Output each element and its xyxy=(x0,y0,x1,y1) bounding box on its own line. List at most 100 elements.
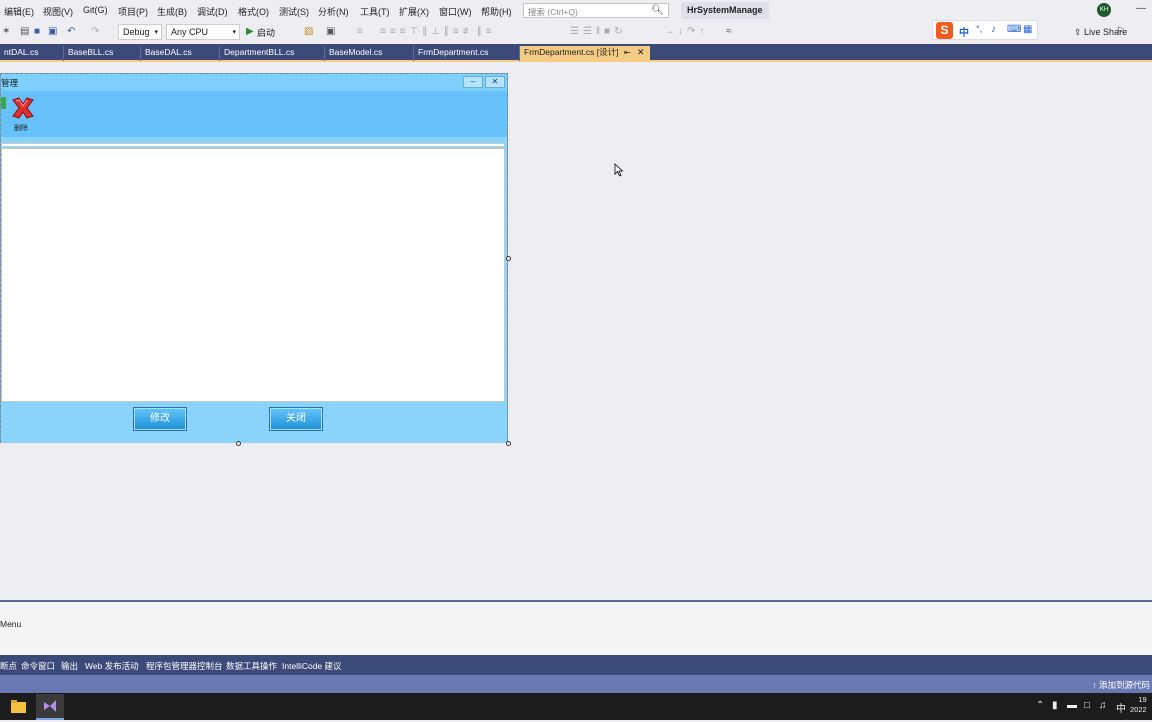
tab-command-window[interactable]: 命令窗口 xyxy=(21,660,55,672)
file-explorer-icon[interactable] xyxy=(4,694,32,720)
menu-help[interactable]: 帮助(H) xyxy=(481,5,512,18)
ime-toolbar: S 中 °, ♪ ⌨ ▦ xyxy=(932,20,1038,40)
close-icon[interactable]: ✕ xyxy=(637,46,645,59)
start-label[interactable]: 启动 xyxy=(257,26,275,39)
output-text: Menu xyxy=(0,619,22,629)
menu-edit[interactable]: 编辑(E) xyxy=(4,5,34,18)
microphone-icon[interactable]: ♪ xyxy=(991,24,996,35)
tab-frmdepartment-code[interactable]: FrmDepartment.cs xyxy=(414,46,520,61)
keyboard-icon[interactable]: ⌨ xyxy=(1007,24,1021,35)
add-icon[interactable] xyxy=(1,97,6,109)
volume-icon[interactable]: ♫ xyxy=(1099,700,1107,711)
layout-icons[interactable]: ≡≡≡⊤∥⊥∥≡≢∥≡ xyxy=(380,26,496,37)
tab-label: BaseBLL.cs xyxy=(68,47,114,57)
microphone-icon[interactable]: ▮ xyxy=(1052,700,1058,711)
tab-basemodel[interactable]: BaseModel.cs xyxy=(325,46,414,61)
tab-ntdal[interactable]: ntDAL.cs xyxy=(0,46,64,61)
battery-icon[interactable]: ▬ xyxy=(1067,700,1077,711)
pin-icon[interactable]: ⇤ xyxy=(624,46,631,59)
tab-label: BaseDAL.cs xyxy=(145,47,192,57)
comment-icon[interactable]: ≈ xyxy=(726,26,732,37)
resize-handle-bottom[interactable] xyxy=(236,441,241,446)
punctuation-icon[interactable]: °, xyxy=(976,24,982,34)
menu-window[interactable]: 窗口(W) xyxy=(439,5,472,18)
step-icons[interactable]: →↓↷↑ xyxy=(664,26,708,37)
sogou-icon[interactable]: S xyxy=(936,22,953,39)
live-share-label: Live Share xyxy=(1084,27,1128,37)
form-designer[interactable]: 管理 – ✕ 删除 修改 关闭 xyxy=(0,73,508,443)
clock-time: 19 xyxy=(1138,695,1147,704)
menu-git[interactable]: Git(G) xyxy=(83,5,108,15)
menu-tools[interactable]: 工具(T) xyxy=(360,5,390,18)
platform-dropdown[interactable]: Any CPU ▾ xyxy=(166,24,240,40)
save-icon[interactable]: ■ xyxy=(34,26,40,37)
tab-basebll[interactable]: BaseBLL.cs xyxy=(64,46,141,61)
redo-icon[interactable]: ↷ xyxy=(91,26,99,37)
menu-debug[interactable]: 调试(D) xyxy=(197,5,228,18)
resize-handle-right[interactable] xyxy=(506,256,511,261)
menu-view[interactable]: 视图(V) xyxy=(43,5,73,18)
screenshot-icon[interactable]: ▣ xyxy=(326,26,335,37)
tab-basedal[interactable]: BaseDAL.cs xyxy=(141,46,220,61)
new-item-icon[interactable]: ✶ xyxy=(2,26,10,37)
config-value: Debug xyxy=(123,27,150,37)
form-title: 管理 xyxy=(1,78,19,88)
start-icon[interactable]: ▶ xyxy=(246,26,254,37)
menu-format[interactable]: 格式(O) xyxy=(238,5,269,18)
clock[interactable]: 19 2022 xyxy=(1130,695,1147,715)
modify-button[interactable]: 修改 xyxy=(133,407,187,431)
delete-icon[interactable] xyxy=(9,94,37,122)
chevron-down-icon: ▾ xyxy=(232,29,236,36)
platform-value: Any CPU xyxy=(171,27,209,37)
tab-web-publish[interactable]: Web 发布活动 xyxy=(85,660,139,672)
avatar[interactable]: KH xyxy=(1097,3,1111,17)
config-dropdown[interactable]: Debug ▾ xyxy=(118,24,162,40)
chevron-up-icon[interactable]: ⌃ xyxy=(1036,700,1044,711)
output-panel: Menu xyxy=(0,600,1152,655)
menu-project[interactable]: 项目(P) xyxy=(118,5,148,18)
debug-icons[interactable]: ☰☰‖■↻ xyxy=(570,26,626,37)
close-icon[interactable]: ✕ xyxy=(485,76,505,88)
tab-output[interactable]: 输出 xyxy=(61,660,78,672)
tab-data-tools[interactable]: 数据工具操作 xyxy=(226,660,277,672)
live-share-button[interactable]: ⇪ Live Share xyxy=(1074,27,1127,38)
tab-label: DepartmentBLL.cs xyxy=(224,47,295,57)
resize-handle-corner[interactable] xyxy=(506,441,511,446)
mouse-cursor-icon xyxy=(614,163,624,177)
align-icon[interactable]: ≡ xyxy=(357,26,363,37)
data-grid[interactable] xyxy=(1,148,505,402)
tab-departmentbll[interactable]: DepartmentBLL.cs xyxy=(220,46,325,61)
add-to-source-control[interactable]: ↑ 添加到源代码 xyxy=(1092,679,1150,691)
minimize-icon[interactable]: – xyxy=(463,76,483,88)
delete-label: 删除 xyxy=(14,125,28,132)
close-button[interactable]: 关闭 xyxy=(269,407,323,431)
tab-label: FrmDepartment.cs xyxy=(418,47,489,57)
menu-build[interactable]: 生成(B) xyxy=(157,5,187,18)
network-icon[interactable]: □ xyxy=(1084,700,1090,711)
window-minimize-icon[interactable]: — xyxy=(1136,3,1146,14)
tab-package-manager[interactable]: 程序包管理器控制台 xyxy=(146,660,223,672)
ime-indicator[interactable]: 中 xyxy=(1116,700,1126,715)
tab-breakpoints[interactable]: 断点 xyxy=(0,660,17,672)
search-input[interactable]: 搜索 (Ctrl+Q) 🔍︎ xyxy=(523,3,669,18)
menu-extensions[interactable]: 扩展(X) xyxy=(399,5,429,18)
form-toolstrip: 删除 xyxy=(1,91,507,137)
save-all-icon[interactable]: ▣ xyxy=(48,26,57,37)
visual-studio-icon[interactable] xyxy=(36,694,64,720)
undo-icon[interactable]: ↶ xyxy=(67,26,75,37)
browser-icon[interactable]: ▨ xyxy=(304,26,313,37)
tab-frmdepartment-design[interactable]: FrmDepartment.cs [设计] ⇤ ✕ xyxy=(520,46,650,61)
share-icon: ⇪ xyxy=(1074,27,1085,37)
menu-analyze[interactable]: 分析(N) xyxy=(318,5,349,18)
search-placeholder: 搜索 (Ctrl+Q) xyxy=(528,7,578,17)
menu-test[interactable]: 测试(S) xyxy=(279,5,309,18)
tab-intellicode[interactable]: IntelliCode 建议 xyxy=(282,660,342,672)
open-folder-icon[interactable]: ▤ xyxy=(20,26,29,37)
tab-label: ntDAL.cs xyxy=(4,47,39,57)
grid-header xyxy=(1,143,505,147)
taskbar: ⌃ ▮ ▬ □ ♫ 中 19 2022 xyxy=(0,693,1152,720)
ime-chinese-icon[interactable]: 中 xyxy=(959,24,969,39)
status-bar: ↑ 添加到源代码 xyxy=(0,675,1152,693)
search-icon: 🔍︎ xyxy=(651,5,664,16)
grid-icon[interactable]: ▦ xyxy=(1023,24,1032,35)
